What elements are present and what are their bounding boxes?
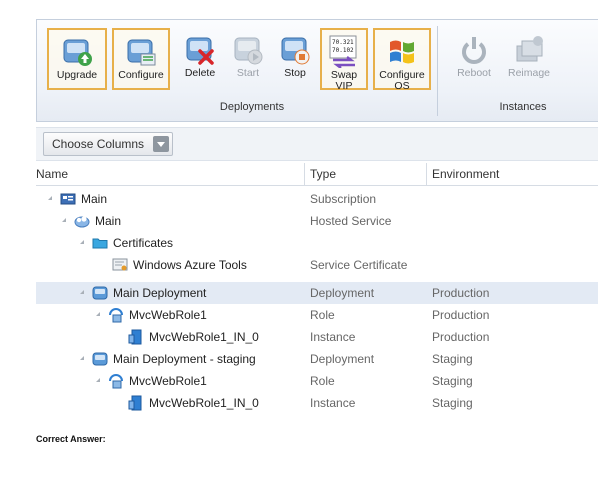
table-row[interactable]: Certificates [36,232,598,254]
row-type: Instance [310,396,356,410]
collapse-arrow-icon[interactable] [80,356,84,360]
table-row[interactable]: MvcWebRole1 Role Production [36,304,598,326]
reimage-button[interactable]: Reimage [503,28,555,90]
row-name: MvcWebRole1 [129,308,207,322]
reboot-icon [457,32,491,66]
row-type: Deployment [310,352,375,366]
row-environment: Staging [432,374,473,388]
row-name: MvcWebRole1 [129,374,207,388]
row-environment: Production [432,286,490,300]
row-name: Main [81,192,108,206]
row-name: Windows Azure Tools [133,258,247,272]
stop-icon [278,32,312,66]
stop-button[interactable]: Stop [275,28,315,90]
swap-vip-text-1: 70.321 [332,39,354,46]
row-name: Certificates [113,236,174,250]
column-toolbar: Choose Columns [36,127,598,161]
reboot-label: Reboot [457,67,491,79]
row-environment: Production [432,308,490,322]
deployment-icon [92,285,108,301]
table-row[interactable]: Main Subscription [36,188,598,210]
instance-icon [128,329,144,345]
row-name: Main Deployment - staging [113,352,256,366]
delete-icon [183,32,217,66]
reimage-icon [512,32,546,66]
upgrade-icon [60,34,94,68]
collapse-arrow-icon[interactable] [48,196,52,200]
row-type: Service Certificate [310,258,408,272]
row-environment: Staging [432,396,473,410]
row-name: MvcWebRole1_IN_0 [149,330,259,344]
column-divider[interactable] [426,163,427,185]
configure-icon [124,34,158,68]
table-row[interactable]: Main Hosted Service [36,210,598,232]
row-name: Main Deployment [113,286,207,300]
deployment-icon [92,351,108,367]
delete-label: Delete [184,67,216,79]
subscription-icon [60,191,76,207]
table-row[interactable]: Main Deployment Deployment Production [36,282,598,304]
reboot-button[interactable]: Reboot [452,28,496,90]
upgrade-button[interactable]: Upgrade [47,28,107,90]
chevron-down-icon[interactable] [153,136,170,152]
table-row[interactable]: MvcWebRole1_IN_0 Instance Staging [36,392,598,414]
configure-os-button[interactable]: Configure OS [373,28,431,92]
row-type: Subscription [310,192,377,206]
hosted-service-icon [74,213,90,229]
column-header-type[interactable]: Type [310,167,336,181]
row-type: Role [310,308,335,322]
instances-group-label: Instances [499,101,547,113]
instance-icon [128,395,144,411]
row-type: Instance [310,330,356,344]
collapse-arrow-icon[interactable] [62,218,66,222]
configure-os-label: Configure OS [376,70,428,92]
collapse-arrow-icon[interactable] [80,240,84,244]
row-name: Main [95,214,122,228]
role-icon [108,373,124,389]
start-label: Start [236,67,260,79]
row-type: Deployment [310,286,375,300]
group-separator [437,26,438,116]
choose-columns-button[interactable]: Choose Columns [43,132,174,156]
deployments-group-label: Deployments [219,101,285,113]
table-row[interactable]: Windows Azure Tools Service Certificate [36,254,598,276]
column-divider[interactable] [304,163,305,185]
folder-icon [92,235,108,251]
swap-vip-label: Swap VIP [324,70,364,92]
stop-label: Stop [284,67,306,79]
table-row[interactable]: MvcWebRole1_IN_0 Instance Production [36,326,598,348]
choose-columns-label: Choose Columns [52,137,145,151]
configure-button[interactable]: Configure [112,28,170,90]
start-button[interactable]: Start [228,28,268,90]
collapse-arrow-icon[interactable] [80,290,84,294]
configure-os-label-text: Configure OS [379,69,425,92]
delete-button[interactable]: Delete [177,28,223,90]
column-header-environment[interactable]: Environment [432,167,499,181]
swap-vip-button[interactable]: 70.321 70.102 Swap VIP [320,28,368,92]
column-header-name[interactable]: Name [36,167,68,181]
role-icon [108,307,124,323]
configure-os-icon [385,34,419,68]
row-type: Hosted Service [310,214,392,228]
correct-answer-label: Correct Answer: [36,434,106,444]
table-header: Name Type Environment [36,163,598,186]
certificate-icon [112,257,128,273]
table-row[interactable]: Main Deployment - staging Deployment Sta… [36,348,598,370]
reimage-label: Reimage [507,67,551,79]
row-type: Role [310,374,335,388]
swap-vip-icon: 70.321 70.102 [327,34,361,69]
row-environment: Production [432,330,490,344]
upgrade-label: Upgrade [56,69,98,81]
table-row[interactable]: MvcWebRole1 Role Staging [36,370,598,392]
collapse-arrow-icon[interactable] [96,312,100,316]
swap-vip-text-2: 70.102 [332,47,354,54]
collapse-arrow-icon[interactable] [96,378,100,382]
swap-vip-label-text: Swap VIP [330,69,358,92]
start-icon [231,32,265,66]
row-name: MvcWebRole1_IN_0 [149,396,259,410]
ribbon: Upgrade Configure Delete Start Stop 70.3… [36,19,598,122]
row-environment: Staging [432,352,473,366]
configure-label: Configure [118,69,164,81]
